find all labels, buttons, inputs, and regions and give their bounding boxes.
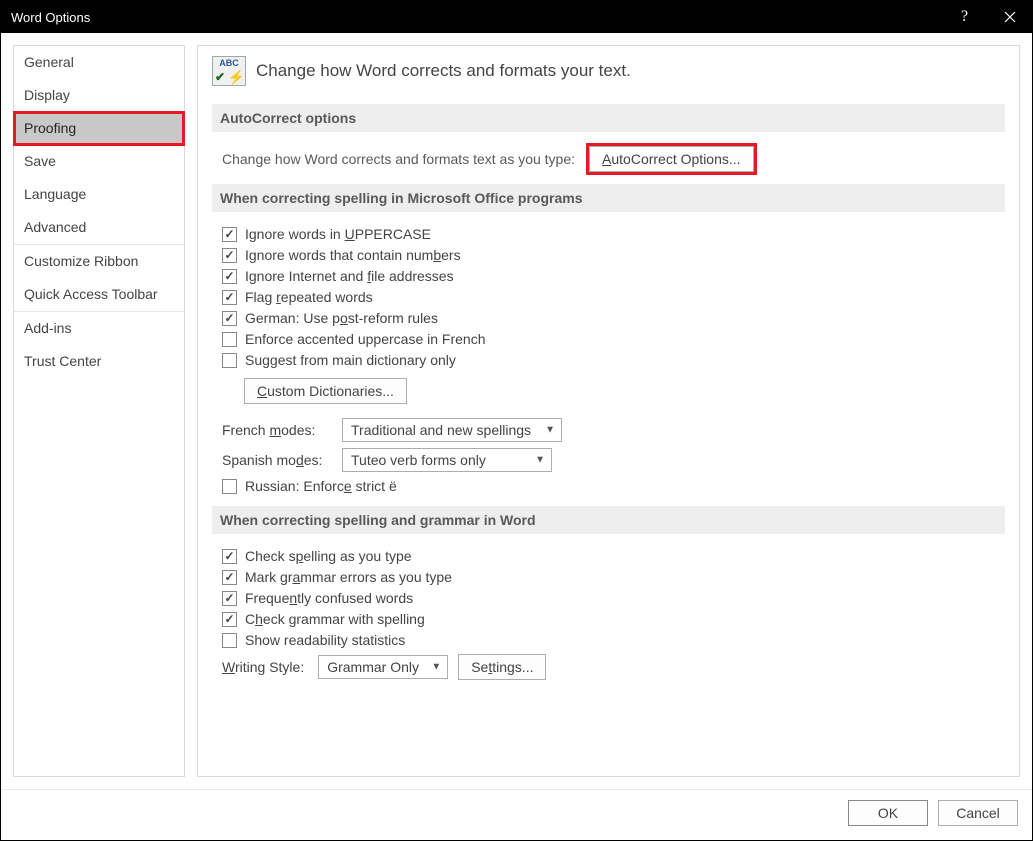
ok-button[interactable]: OK — [848, 800, 928, 826]
frequently-confused-label: Frequently confused words — [245, 590, 413, 606]
german-post-reform-label: German: Use post-reform rules — [245, 310, 438, 326]
ignore-numbers-label: Ignore words that contain numbers — [245, 247, 461, 263]
mark-grammar-as-type-checkbox[interactable] — [222, 570, 237, 585]
help-button[interactable]: ? — [942, 1, 987, 33]
sidebar-item-save[interactable]: Save — [14, 145, 184, 178]
german-post-reform-checkbox[interactable] — [222, 311, 237, 326]
proofing-icon: ABC ✔ ⚡ — [212, 56, 246, 86]
sidebar-item-advanced[interactable]: Advanced — [14, 211, 184, 244]
close-icon — [1004, 11, 1016, 23]
writing-style-select[interactable]: Grammar Only ▼ — [318, 655, 448, 679]
check-spelling-as-type-checkbox[interactable] — [222, 549, 237, 564]
grammar-settings-button[interactable]: Settings... — [458, 654, 546, 680]
french-accented-uppercase-label: Enforce accented uppercase in French — [245, 331, 485, 347]
custom-dictionaries-button[interactable]: Custom Dictionaries... — [244, 378, 407, 404]
spanish-modes-select[interactable]: Tuteo verb forms only ▼ — [342, 448, 552, 472]
autocorrect-desc: Change how Word corrects and formats tex… — [222, 151, 575, 167]
frequently-confused-checkbox[interactable] — [222, 591, 237, 606]
writing-style-label: Writing Style: — [222, 659, 304, 675]
chevron-down-icon: ▼ — [545, 425, 555, 436]
section-spelling-word: When correcting spelling and grammar in … — [212, 506, 1005, 534]
flag-repeated-label: Flag repeated words — [245, 289, 373, 305]
suggest-main-dict-checkbox[interactable] — [222, 353, 237, 368]
sidebar-item-quick-access-toolbar[interactable]: Quick Access Toolbar — [14, 278, 184, 311]
autocorrect-options-button[interactable]: AutoCorrect Options... — [589, 146, 754, 172]
sidebar-item-trust-center[interactable]: Trust Center — [14, 345, 184, 378]
close-button[interactable] — [987, 1, 1032, 33]
suggest-main-dict-label: Suggest from main dictionary only — [245, 352, 456, 368]
sidebar-item-general[interactable]: General — [14, 46, 184, 79]
page-heading: Change how Word corrects and formats you… — [256, 61, 631, 81]
chevron-down-icon: ▼ — [535, 455, 545, 466]
spanish-modes-label: Spanish modes: — [222, 452, 332, 468]
show-readability-stats-checkbox[interactable] — [222, 633, 237, 648]
sidebar-item-display[interactable]: Display — [14, 79, 184, 112]
russian-strict-yo-label: Russian: Enforce strict ё — [245, 478, 397, 494]
sidebar-item-add-ins[interactable]: Add-ins — [14, 312, 184, 345]
ignore-internet-file-label: Ignore Internet and file addresses — [245, 268, 454, 284]
french-modes-label: French modes: — [222, 422, 332, 438]
category-sidebar: General Display Proofing Save Language A… — [13, 45, 185, 777]
ignore-uppercase-checkbox[interactable] — [222, 227, 237, 242]
french-accented-uppercase-checkbox[interactable] — [222, 332, 237, 347]
word-options-dialog: Word Options ? General Display Proofing … — [0, 0, 1033, 841]
options-content[interactable]: ABC ✔ ⚡ Change how Word corrects and for… — [198, 46, 1019, 776]
mark-grammar-as-type-label: Mark grammar errors as you type — [245, 569, 452, 585]
check-spelling-as-type-label: Check spelling as you type — [245, 548, 412, 564]
russian-strict-yo-checkbox[interactable] — [222, 479, 237, 494]
titlebar: Word Options ? — [1, 1, 1032, 33]
section-spelling-office: When correcting spelling in Microsoft Of… — [212, 184, 1005, 212]
sidebar-item-language[interactable]: Language — [14, 178, 184, 211]
check-grammar-with-spelling-label: Check grammar with spelling — [245, 611, 425, 627]
sidebar-item-proofing[interactable]: Proofing — [14, 112, 184, 145]
cancel-button[interactable]: Cancel — [938, 800, 1018, 826]
section-autocorrect-options: AutoCorrect options — [212, 104, 1005, 132]
chevron-down-icon: ▼ — [431, 662, 441, 673]
ignore-internet-file-checkbox[interactable] — [222, 269, 237, 284]
window-title: Word Options — [11, 10, 90, 25]
flag-repeated-checkbox[interactable] — [222, 290, 237, 305]
dialog-footer: OK Cancel — [1, 789, 1032, 840]
ignore-numbers-checkbox[interactable] — [222, 248, 237, 263]
check-grammar-with-spelling-checkbox[interactable] — [222, 612, 237, 627]
ignore-uppercase-label: Ignore words in UPPERCASE — [245, 226, 431, 242]
french-modes-select[interactable]: Traditional and new spellings ▼ — [342, 418, 562, 442]
show-readability-stats-label: Show readability statistics — [245, 632, 405, 648]
sidebar-item-customize-ribbon[interactable]: Customize Ribbon — [14, 245, 184, 278]
